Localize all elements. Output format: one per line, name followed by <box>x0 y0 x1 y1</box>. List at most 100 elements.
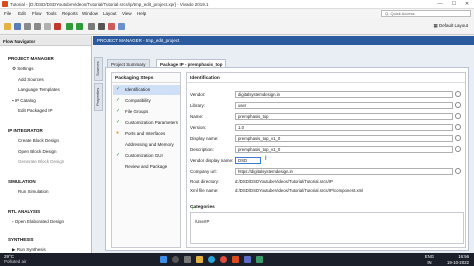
menu-edit[interactable]: Edit <box>18 11 26 16</box>
app-taskbar-icon[interactable] <box>256 256 263 263</box>
section-synthesis[interactable]: SYNTHESIS <box>8 237 34 242</box>
nav-run-simulation[interactable]: Run Simulation <box>18 189 49 194</box>
reset-icon[interactable] <box>455 113 461 119</box>
clock[interactable]: 16:56 19-10-2022 <box>447 254 469 265</box>
section-ip-integrator[interactable]: IP INTEGRATOR <box>8 128 43 133</box>
copy-icon[interactable] <box>44 23 51 30</box>
nav-generate-block-design[interactable]: Generate Block Design <box>18 159 64 164</box>
description-field[interactable]: premphasis_top_v1_0 <box>235 146 453 153</box>
category-item[interactable]: /UserIP <box>195 219 209 224</box>
company-url-field[interactable]: https://digitalsystemdesign.in <box>235 168 453 175</box>
layout-selector[interactable]: ▦ Default Layout <box>433 23 468 29</box>
reset-icon[interactable] <box>455 91 461 97</box>
vivado-taskbar-icon[interactable] <box>232 256 239 263</box>
check-icon: ✓ <box>116 119 121 125</box>
redo-icon[interactable] <box>34 23 41 30</box>
close-button[interactable]: ✕ <box>463 1 471 8</box>
run-icon[interactable] <box>66 23 73 30</box>
reset-icon[interactable] <box>455 146 461 152</box>
taskbar: 29°C Polluted air ENG IN 16:56 19-10-202… <box>0 253 474 266</box>
delete-icon[interactable] <box>54 23 61 30</box>
vendor-field[interactable]: digitalsystemdesign.in <box>235 91 453 98</box>
reset-icon[interactable] <box>455 168 461 174</box>
search-icon[interactable] <box>172 256 179 263</box>
menu-help[interactable]: Help <box>137 11 146 16</box>
step-identification[interactable]: ✓ Identification <box>113 85 180 95</box>
maximize-button[interactable]: ☐ <box>450 1 458 8</box>
file-explorer-icon[interactable] <box>196 256 203 263</box>
nav-language-templates[interactable]: Language Templates <box>18 87 60 92</box>
step-customization-gui[interactable]: ✓ Customization GUI <box>113 151 180 161</box>
library-field[interactable]: user <box>235 102 453 109</box>
vendor-display-name-field[interactable]: DSD <box>235 157 261 164</box>
app-taskbar-icon[interactable] <box>244 256 251 263</box>
vendor-display-name-label: Vendor display name: <box>190 158 234 163</box>
windows-start-icon[interactable] <box>160 256 167 263</box>
quick-access-search[interactable]: Q- Quick Access <box>381 10 471 17</box>
name-field[interactable]: premphasis_top <box>235 113 453 120</box>
cross-probe-icon[interactable] <box>108 23 115 30</box>
menu-tools[interactable]: Tools <box>46 11 57 16</box>
project-manager-header: PROJECT MANAGER - tmp_edit_project <box>93 36 474 45</box>
vtab-properties[interactable]: Properties <box>94 83 103 111</box>
text-cursor-icon: I <box>265 156 267 162</box>
reset-icon[interactable] <box>455 135 461 141</box>
menu-layout[interactable]: Layout <box>103 11 117 16</box>
version-field[interactable]: 1.0 <box>235 124 453 131</box>
reset-icon[interactable] <box>455 102 461 108</box>
categories-list[interactable]: + /UserIP <box>190 206 464 244</box>
nav-add-sources[interactable]: Add Sources <box>18 77 44 82</box>
nav-open-block-design[interactable]: Open Block Design <box>18 149 57 154</box>
nav-edit-packaged-ip[interactable]: Edit Packaged IP <box>18 108 53 113</box>
nav-open-elaborated-design[interactable]: › Open Elaborated Design <box>12 219 64 224</box>
nav-ip-catalog[interactable]: ▪ IP Catalog <box>12 98 36 103</box>
step-customization-parameters[interactable]: ✓ Customization Parameters <box>113 118 180 128</box>
toolbar: ▦ Default Layout <box>0 18 474 35</box>
menu-flow[interactable]: Flow <box>32 11 42 16</box>
task-view-icon[interactable] <box>184 256 191 263</box>
menu-window[interactable]: Window <box>82 11 98 16</box>
menu-view[interactable]: View <box>122 11 132 16</box>
menu-file[interactable]: File <box>4 11 11 16</box>
sum-icon[interactable] <box>98 23 105 30</box>
step-icon[interactable] <box>76 23 83 30</box>
tab-project-summary[interactable]: Project Summary <box>107 59 150 67</box>
section-simulation[interactable]: SIMULATION <box>8 179 36 184</box>
package-ip-content: Packaging Steps ✓ Identification ✓ Compa… <box>105 67 469 251</box>
vtab-sources[interactable]: Sources <box>94 57 103 81</box>
add-icon[interactable]: + <box>191 206 195 212</box>
title-bar: Tutorial - [D:/DSD/DSDYoutubeVideos/Tuto… <box>0 0 474 9</box>
section-project-manager[interactable]: PROJECT MANAGER <box>8 56 54 61</box>
step-compatibility[interactable]: ✓ Compatibility <box>113 96 180 106</box>
display-name-label: Display name: <box>190 136 219 141</box>
root-directory-value: d:/DSD/DSDYoutubeVideos/Tutorial/Tutoria… <box>235 179 333 184</box>
menu-reports[interactable]: Reports <box>62 11 78 16</box>
company-url-label: Company url: <box>190 169 217 174</box>
save-icon[interactable] <box>14 23 21 30</box>
display-name-field[interactable]: premphasis_top_v1_0 <box>235 135 453 142</box>
chrome-icon[interactable] <box>220 256 227 263</box>
open-folder-icon[interactable] <box>4 23 11 30</box>
packaging-steps-panel: Packaging Steps ✓ Identification ✓ Compa… <box>111 72 181 248</box>
section-rtl-analysis[interactable]: RTL ANALYSIS <box>8 209 40 214</box>
settings-icon[interactable] <box>88 23 95 30</box>
check-icon: ✓ <box>116 108 121 114</box>
step-review-and-package[interactable]: Review and Package <box>113 162 180 172</box>
nav-settings[interactable]: ⚙ Settings <box>12 66 34 72</box>
zoom-icon[interactable] <box>118 23 125 30</box>
identification-panel: Identification Vendor: digitalsystemdesi… <box>186 72 466 248</box>
project-manager-panel: Sources Properties Project Summary Packa… <box>93 45 474 253</box>
nav-create-block-design[interactable]: Create Block Design <box>18 138 59 143</box>
language-indicator[interactable]: ENG IN <box>425 254 434 265</box>
step-file-groups[interactable]: ✓ File Groups <box>113 107 180 117</box>
edge-browser-icon[interactable] <box>208 256 215 263</box>
step-addressing-and-memory[interactable]: Addressing and Memory <box>113 140 180 150</box>
tab-package-ip[interactable]: Package IP - premphasis_top <box>156 59 227 67</box>
step-ports-and-interfaces[interactable]: ● Ports and Interfaces <box>113 129 180 139</box>
categories-title: Categories <box>190 205 215 210</box>
undo-icon[interactable] <box>24 23 31 30</box>
weather-widget[interactable]: 29°C Polluted air <box>4 254 27 264</box>
minimize-button[interactable]: — <box>436 1 444 8</box>
flow-navigator-title: Flow Navigator <box>0 36 91 46</box>
reset-icon[interactable] <box>455 124 461 130</box>
